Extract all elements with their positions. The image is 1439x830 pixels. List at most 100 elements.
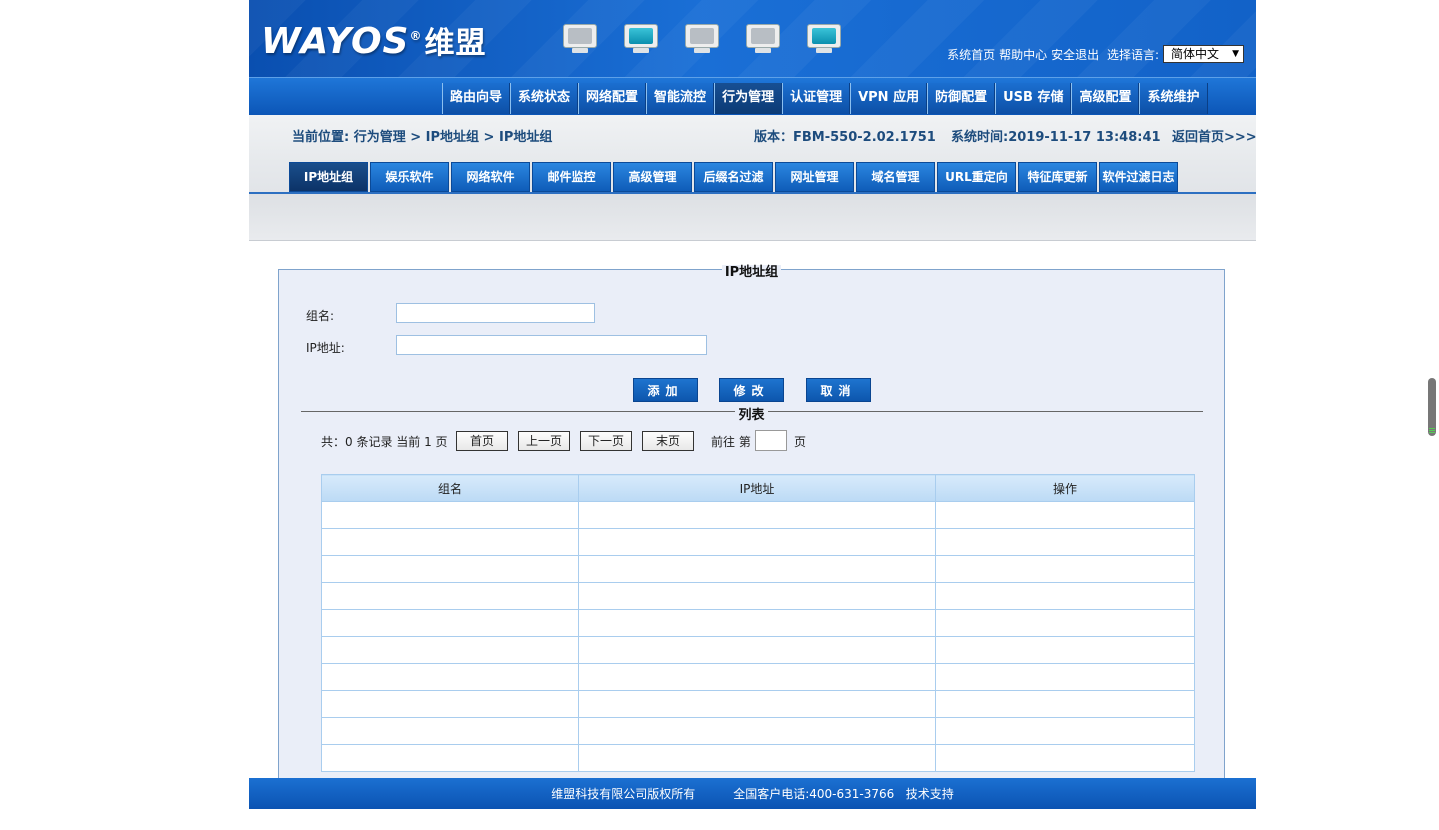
table-cell <box>935 528 1195 556</box>
monitor-icon[interactable] <box>563 24 597 54</box>
table-cell <box>935 663 1195 691</box>
table-cell <box>321 609 579 637</box>
language-select[interactable]: 简体中文 ▼ <box>1163 45 1244 63</box>
tab-domain-mgmt[interactable]: 域名管理 <box>856 162 935 192</box>
table-row <box>321 528 1195 556</box>
nav-system-status[interactable]: 系统状态 <box>510 83 579 114</box>
tab-url-redirect[interactable]: URL重定向 <box>937 162 1016 192</box>
wayos-logo: WAYOS®维盟 <box>261 21 487 62</box>
last-page-button[interactable]: 末页 <box>642 431 694 451</box>
table-row <box>321 555 1195 583</box>
link-system-home[interactable]: 系统首页 <box>947 48 995 62</box>
table-row <box>321 609 1195 637</box>
group-name-input[interactable] <box>396 303 595 323</box>
tab-feature-update[interactable]: 特征库更新 <box>1018 162 1097 192</box>
table-cell <box>578 501 936 529</box>
table-row <box>321 690 1195 718</box>
table-cell <box>935 501 1195 529</box>
main-nav: 路由向导 系统状态 网络配置 智能流控 行为管理 认证管理 VPN 应用 防御配… <box>442 83 1208 114</box>
tab-ip-group[interactable]: IP地址组 <box>289 162 368 192</box>
breadcrumb: 当前位置: 行为管理 > IP地址组 > IP地址组 <box>292 130 553 145</box>
version-text: 版本：FBM-550-2.02.1751 <box>754 130 936 145</box>
toolbar-band <box>249 194 1256 241</box>
table-cell <box>935 717 1195 745</box>
table-cell <box>578 582 936 610</box>
table-cell <box>578 609 936 637</box>
goto-page-input[interactable] <box>755 430 787 451</box>
modify-button[interactable]: 修改 <box>719 378 784 402</box>
column-header-action: 操作 <box>935 474 1195 502</box>
page-suffix: 页 <box>794 435 807 449</box>
add-button[interactable]: 添加 <box>633 378 698 402</box>
monitor-icon[interactable] <box>685 24 719 54</box>
table-cell <box>321 663 579 691</box>
nav-auth-mgmt[interactable]: 认证管理 <box>782 83 851 114</box>
nav-usb-storage[interactable]: USB 存储 <box>995 83 1072 114</box>
sub-tabs: IP地址组 娱乐软件 网络软件 邮件监控 高级管理 后缀名过滤 网址管理 域名管… <box>289 162 1180 192</box>
main-content: IP地址组 组名: IP地址: 添加 修改 取消 列表 共：0 条记录 当前 1… <box>249 241 1256 779</box>
table-cell <box>935 555 1195 583</box>
header-links: 系统首页 帮助中心 安全退出 选择语言: 简体中文 ▼ <box>943 45 1244 64</box>
cancel-button[interactable]: 取消 <box>806 378 871 402</box>
link-logout[interactable]: 安全退出 <box>1051 48 1099 62</box>
ip-group-table: 组名 IP地址 操作 <box>321 474 1195 772</box>
tab-filter-log[interactable]: 软件过滤日志 <box>1099 162 1178 192</box>
prev-page-button[interactable]: 上一页 <box>518 431 570 451</box>
location-bar: 当前位置: 行为管理 > IP地址组 > IP地址组 版本：FBM-550-2.… <box>249 115 1257 194</box>
list-legend: 列表 <box>735 408 768 423</box>
footer: 维盟科技有限公司版权所有 全国客户电话:400-631-3766 技术支持 <box>249 778 1256 809</box>
nav-vpn[interactable]: VPN 应用 <box>850 83 928 114</box>
monitor-icon[interactable] <box>624 24 658 54</box>
monitor-icon[interactable] <box>746 24 780 54</box>
table-cell <box>578 636 936 664</box>
table-cell <box>321 501 579 529</box>
nav-system-maintenance[interactable]: 系统维护 <box>1139 83 1208 114</box>
tab-suffix-filter[interactable]: 后缀名过滤 <box>694 162 773 192</box>
table-cell <box>578 528 936 556</box>
tab-url-mgmt[interactable]: 网址管理 <box>775 162 854 192</box>
table-cell <box>321 582 579 610</box>
table-cell <box>935 582 1195 610</box>
scrollbar-thumb[interactable] <box>1428 378 1436 436</box>
table-row <box>321 501 1195 529</box>
table-cell <box>321 744 579 772</box>
table-row <box>321 582 1195 610</box>
column-header-ip: IP地址 <box>578 474 936 502</box>
nav-behavior-mgmt[interactable]: 行为管理 <box>714 83 783 114</box>
group-name-label: 组名: <box>306 309 335 323</box>
nav-defense[interactable]: 防御配置 <box>927 83 996 114</box>
table-cell <box>578 744 936 772</box>
nav-smart-flow[interactable]: 智能流控 <box>646 83 715 114</box>
tab-mail-monitor[interactable]: 邮件监控 <box>532 162 611 192</box>
table-cell <box>935 690 1195 718</box>
nav-network-config[interactable]: 网络配置 <box>578 83 647 114</box>
nav-route-wizard[interactable]: 路由向导 <box>442 83 511 114</box>
footer-support-link[interactable]: 技术支持 <box>906 787 954 801</box>
first-page-button[interactable]: 首页 <box>456 431 508 451</box>
table-cell <box>935 636 1195 664</box>
dropdown-arrow-icon: ▼ <box>1232 49 1239 59</box>
back-home-link[interactable]: 返回首页>>> <box>1172 126 1257 145</box>
tab-advanced-mgmt[interactable]: 高级管理 <box>613 162 692 192</box>
table-row <box>321 663 1195 691</box>
table-header-row: 组名 IP地址 操作 <box>321 474 1195 502</box>
header-banner: WAYOS®维盟 系统首页 帮助中心 安全退出 选择语言: 简体中文 ▼ <box>249 0 1256 77</box>
monitor-icon[interactable] <box>807 24 841 54</box>
table-body <box>321 501 1195 772</box>
ip-address-input[interactable] <box>396 335 707 355</box>
nav-advanced-config[interactable]: 高级配置 <box>1071 83 1140 114</box>
router-admin-page: WAYOS®维盟 系统首页 帮助中心 安全退出 选择语言: 简体中文 ▼ 路由向导 系统… <box>249 0 1257 809</box>
tab-entertainment[interactable]: 娱乐软件 <box>370 162 449 192</box>
table-row <box>321 717 1195 745</box>
table-cell <box>321 555 579 583</box>
footer-phone: 全国客户电话:400-631-3766 <box>733 787 895 801</box>
column-header-group-name: 组名 <box>321 474 579 502</box>
tab-network-software[interactable]: 网络软件 <box>451 162 530 192</box>
ip-address-label: IP地址: <box>306 341 345 355</box>
goto-label: 前往 第 <box>711 435 751 449</box>
table-cell <box>321 636 579 664</box>
table-cell <box>578 555 936 583</box>
link-help-center[interactable]: 帮助中心 <box>999 48 1047 62</box>
main-nav-bar: 路由向导 系统状态 网络配置 智能流控 行为管理 认证管理 VPN 应用 防御配… <box>249 77 1256 116</box>
next-page-button[interactable]: 下一页 <box>580 431 632 451</box>
